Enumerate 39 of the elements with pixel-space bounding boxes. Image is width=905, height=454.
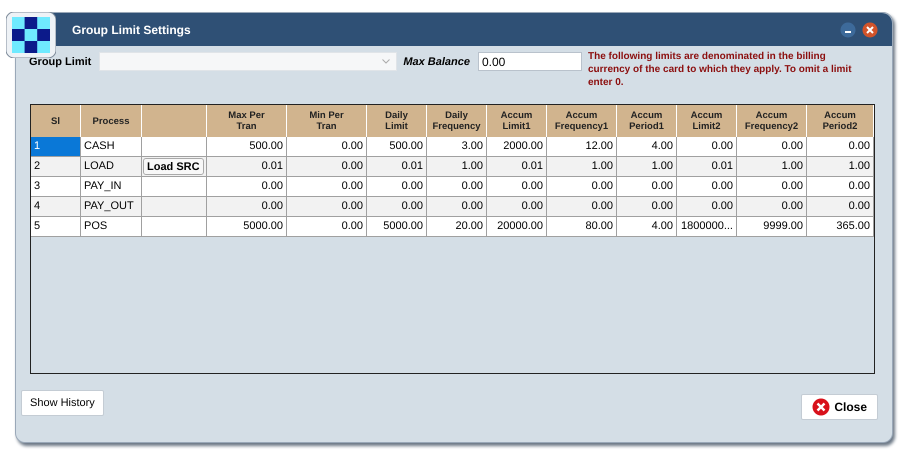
load-src-button[interactable]: Load SRC xyxy=(143,158,204,175)
column-header: Accum Frequency1 xyxy=(554,110,608,132)
table-cell: 365.00 xyxy=(807,217,874,237)
column-header: Max Per Tran xyxy=(227,110,266,132)
table-cell: 5000.00 xyxy=(367,217,427,237)
column-header: Process xyxy=(92,116,130,126)
chevron-icon xyxy=(382,59,390,64)
column-header: Accum Period1 xyxy=(629,110,664,132)
column-header: Accum Frequency2 xyxy=(744,110,798,132)
table-cell: 5 xyxy=(31,217,81,237)
table-cell: 9999.00 xyxy=(737,217,807,237)
show-history-button[interactable]: Show History xyxy=(21,390,104,416)
table-cell: 20.00 xyxy=(427,217,487,237)
column-header: Accum Limit1 xyxy=(500,110,532,132)
column-header: Accum Limit2 xyxy=(690,110,722,132)
close-icon xyxy=(812,398,830,416)
window-title: Group Limit Settings xyxy=(72,22,191,36)
group-limit-label: Group Limit xyxy=(29,56,92,68)
table-cell: 1 xyxy=(31,137,81,157)
table-cell: 20000.00 xyxy=(487,217,547,237)
table-cell: 1800000... xyxy=(677,217,737,237)
currency-notice: The following limits are denominated in the billing currency of the card to which they apply. To omit a limit enter 0. xyxy=(588,50,853,89)
column-header: Daily Limit xyxy=(384,110,409,132)
close-dialog-button[interactable]: Close xyxy=(801,394,878,420)
column-header: Min Per Tran xyxy=(308,110,345,132)
minimize-button[interactable] xyxy=(840,22,856,38)
table-cell: POS xyxy=(81,217,142,237)
checkered-app-icon xyxy=(6,12,56,58)
table-cell xyxy=(142,217,207,237)
column-header: Daily Frequency xyxy=(432,110,481,132)
max-balance-field[interactable]: 0.00 xyxy=(478,52,582,71)
table-cell: 5000.00 xyxy=(207,217,287,237)
table-cell: 4.00 xyxy=(617,217,677,237)
max-balance-label: Max Balance xyxy=(403,56,470,68)
table-cell: 0.00 xyxy=(287,217,367,237)
close-button[interactable] xyxy=(862,22,878,38)
table-cell: 80.00 xyxy=(547,217,617,237)
column-header: Sl xyxy=(51,116,60,126)
column-header: Accum Period2 xyxy=(822,110,858,132)
